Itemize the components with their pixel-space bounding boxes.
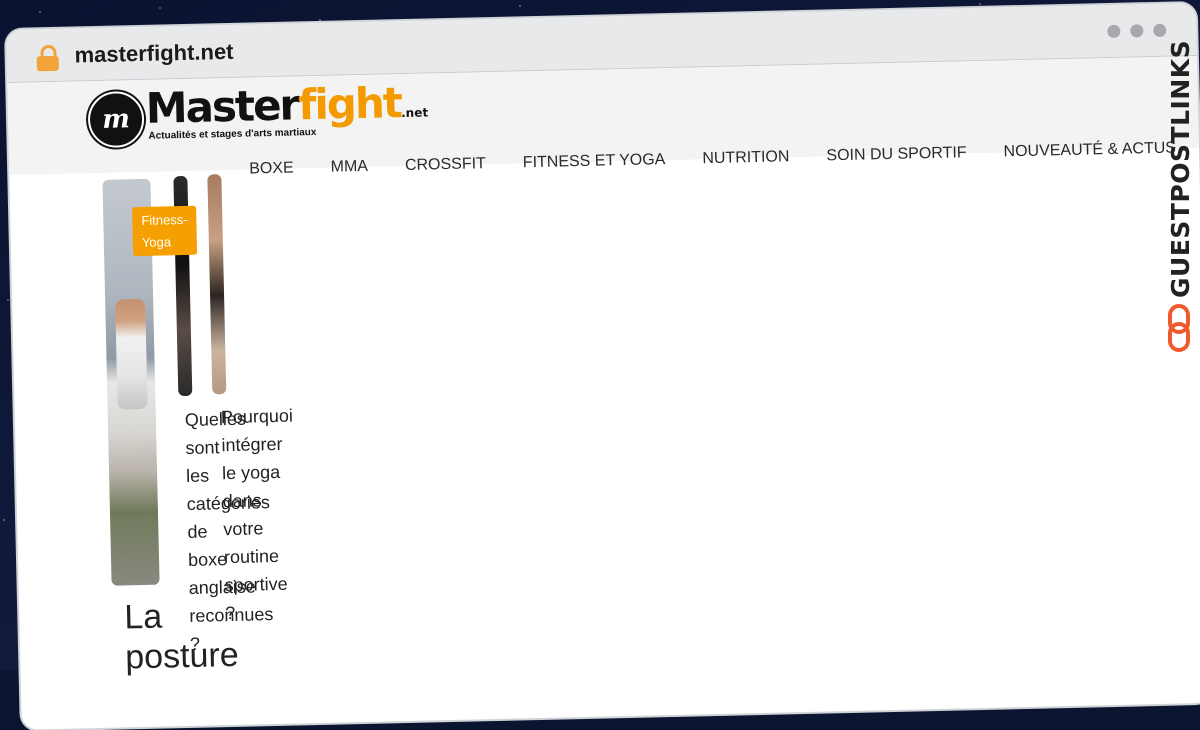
logo-word-master: Master	[145, 80, 299, 133]
window-controls	[1107, 23, 1167, 39]
window-dot-icon[interactable]	[1107, 24, 1121, 39]
window-dot-icon[interactable]	[1130, 24, 1144, 38]
featured-headline[interactable]: La posture	[124, 595, 256, 678]
nav-item-nutrition[interactable]: NUTRITION	[702, 148, 789, 168]
article-title-yoga[interactable]: Pourquoi intégrer le yoga dans votre rou…	[221, 402, 293, 627]
nav-item-fitness-yoga[interactable]: FITNESS ET YOGA	[523, 151, 666, 172]
category-badge[interactable]: Fitness-Yoga	[132, 205, 198, 257]
nav-item-mma[interactable]: MMA	[330, 158, 368, 177]
address-bar-url[interactable]: masterfight.net	[74, 39, 233, 69]
nav-item-boxe[interactable]: BOXE	[249, 160, 294, 179]
article-image-routine[interactable]	[207, 174, 227, 395]
chain-link-icon	[1168, 304, 1190, 352]
nav-item-nouveaute-actus[interactable]: NOUVEAUTÉ & ACTUS	[1003, 139, 1176, 161]
watermark-text: GUESTPOSTLINKS	[1166, 39, 1195, 298]
lock-icon	[36, 44, 59, 72]
nav-item-soin-sportif[interactable]: SOIN DU SPORTIF	[826, 144, 967, 165]
logo-tld: .net	[400, 105, 429, 121]
window-dot-icon[interactable]	[1153, 23, 1167, 37]
logo-word-fight: fight	[297, 78, 402, 130]
browser-window: masterfight.net m Masterfight.net Actual…	[6, 3, 1200, 730]
nav-item-crossfit[interactable]: CROSSFIT	[405, 155, 486, 175]
guestpostlinks-watermark: GUESTPOSTLINKS	[1162, 40, 1198, 358]
